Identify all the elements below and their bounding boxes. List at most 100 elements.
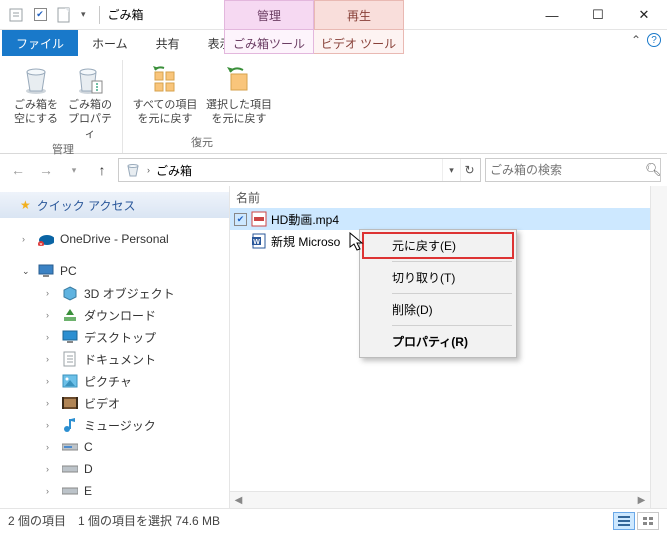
nav-forward-button[interactable]: → xyxy=(34,158,58,182)
chevron-right-icon[interactable]: › xyxy=(145,165,152,175)
videos-icon xyxy=(62,395,78,411)
nav-drive-d[interactable]: ›D xyxy=(0,458,229,480)
star-icon: ★ xyxy=(20,198,31,212)
qat-checkbox-icon[interactable] xyxy=(30,5,50,25)
quick-access-toolbar: ▾ xyxy=(0,5,95,25)
nav-videos[interactable]: ›ビデオ xyxy=(0,392,229,414)
nav-up-button[interactable]: ↑ xyxy=(90,158,114,182)
breadcrumb-root[interactable]: ごみ箱 xyxy=(152,162,196,179)
search-input[interactable] xyxy=(490,163,645,177)
svg-text:✕: ✕ xyxy=(39,242,43,246)
ribbon-group-restore: 復元 xyxy=(129,134,275,153)
help-icon[interactable]: ? xyxy=(647,33,661,47)
scroll-left-icon[interactable]: ◀ xyxy=(230,495,247,506)
status-selection: 1 個の項目を選択 74.6 MB xyxy=(78,512,220,529)
tab-file[interactable]: ファイル xyxy=(2,30,78,56)
nav-desktop[interactable]: ›デスクトップ xyxy=(0,326,229,348)
minimize-button[interactable]: — xyxy=(529,0,575,30)
tab-video-tools[interactable]: ビデオ ツール xyxy=(314,30,404,54)
checkbox-icon[interactable] xyxy=(234,213,247,226)
nav-drive-f[interactable]: F xyxy=(0,502,229,508)
search-icon[interactable]: 🔍︎ xyxy=(645,162,662,178)
titlebar: ▾ ごみ箱 管理 再生 — ☐ ✕ xyxy=(0,0,667,30)
nav-music[interactable]: ›ミュージック xyxy=(0,414,229,436)
nav-drive-c[interactable]: ›C xyxy=(0,436,229,458)
separator xyxy=(392,261,512,262)
ctx-delete[interactable]: 削除(D) xyxy=(362,296,514,323)
view-large-button[interactable] xyxy=(637,512,659,530)
ribbon-tabs: ファイル ホーム 共有 表示 ごみ箱ツール ビデオ ツール ⌃ ? xyxy=(0,30,667,56)
onedrive-icon: ✕ xyxy=(38,231,54,247)
address-bar[interactable]: › ごみ箱 ▾ ↻ xyxy=(118,158,481,182)
qat-properties-icon[interactable] xyxy=(6,5,26,25)
quick-access-header[interactable]: ★ クイック アクセス xyxy=(0,192,229,218)
drive-icon xyxy=(62,505,78,508)
nav-recent-dropdown[interactable]: ▾ xyxy=(62,158,86,182)
recycle-props-button[interactable]: ごみ箱の プロパティ xyxy=(64,64,116,141)
nav-pc[interactable]: ⌄ PC xyxy=(0,260,229,282)
qat-doc-icon[interactable] xyxy=(54,5,74,25)
nav-drive-e[interactable]: ›E xyxy=(0,480,229,502)
nav-back-button[interactable]: ← xyxy=(6,158,30,182)
status-item-count: 2 個の項目 xyxy=(8,512,66,529)
music-icon xyxy=(62,417,78,433)
expand-icon[interactable]: › xyxy=(22,234,32,244)
address-bar-row: ← → ▾ ↑ › ごみ箱 ▾ ↻ 🔍︎ xyxy=(0,154,667,186)
collapse-icon[interactable]: ⌄ xyxy=(22,266,32,277)
view-details-button[interactable] xyxy=(613,512,635,530)
documents-icon xyxy=(62,351,78,367)
ctx-cut[interactable]: 切り取り(T) xyxy=(362,264,514,291)
nav-pane[interactable]: ★ クイック アクセス › ✕ OneDrive - Personal ⌄ PC… xyxy=(0,186,230,508)
recycle-bin-props-icon xyxy=(74,64,106,96)
column-header-name[interactable]: 名前 xyxy=(230,186,650,208)
context-tab-manage[interactable]: 管理 xyxy=(224,0,314,30)
horizontal-scrollbar[interactable]: ◀ ▶ xyxy=(230,491,650,508)
context-tab-play[interactable]: 再生 xyxy=(314,0,404,30)
word-file-icon: W xyxy=(251,233,267,249)
drive-icon xyxy=(62,461,78,477)
file-row[interactable]: HD動画.mp4 xyxy=(230,208,650,230)
refresh-button[interactable]: ↻ xyxy=(460,159,478,181)
window-title: ごみ箱 xyxy=(108,6,144,23)
status-bar: 2 個の項目 1 個の項目を選択 74.6 MB xyxy=(0,508,667,532)
search-box[interactable]: 🔍︎ xyxy=(485,158,661,182)
restore-selection-icon xyxy=(223,64,255,96)
downloads-icon xyxy=(62,307,78,323)
nav-onedrive[interactable]: › ✕ OneDrive - Personal xyxy=(0,228,229,250)
pictures-icon xyxy=(62,373,78,389)
ribbon: ごみ箱を 空にする ごみ箱の プロパティ 管理 すべての項目 を元に戻す xyxy=(0,56,667,154)
scroll-right-icon[interactable]: ▶ xyxy=(633,495,650,506)
separator xyxy=(99,6,100,24)
ctx-restore[interactable]: 元に戻す(E) xyxy=(362,232,514,259)
collapse-ribbon-icon[interactable]: ⌃ xyxy=(631,33,641,47)
nav-documents[interactable]: ›ドキュメント xyxy=(0,348,229,370)
empty-recycle-button[interactable]: ごみ箱を 空にする xyxy=(10,64,62,127)
main: ★ クイック アクセス › ✕ OneDrive - Personal ⌄ PC… xyxy=(0,186,667,508)
context-menu: 元に戻す(E) 切り取り(T) 削除(D) プロパティ(R) xyxy=(359,229,517,358)
restore-all-icon xyxy=(149,64,181,96)
pc-icon xyxy=(38,263,54,279)
close-button[interactable]: ✕ xyxy=(621,0,667,30)
drive-icon xyxy=(62,439,78,455)
recycle-bin-empty-icon xyxy=(20,64,52,96)
tab-share[interactable]: 共有 xyxy=(142,30,194,56)
file-name: HD動画.mp4 xyxy=(271,211,339,228)
nav-pictures[interactable]: ›ピクチャ xyxy=(0,370,229,392)
desktop-icon xyxy=(62,329,78,345)
tab-home[interactable]: ホーム xyxy=(78,30,142,56)
restore-selection-button[interactable]: 選択した項目 を元に戻す xyxy=(203,64,275,127)
address-dropdown-icon[interactable]: ▾ xyxy=(442,159,460,181)
video-file-icon xyxy=(251,211,267,227)
objects3d-icon xyxy=(62,285,78,301)
qat-dropdown-icon[interactable]: ▾ xyxy=(78,9,89,20)
vertical-scrollbar[interactable] xyxy=(650,186,667,508)
nav-downloads[interactable]: ›ダウンロード xyxy=(0,304,229,326)
tab-recycle-tools[interactable]: ごみ箱ツール xyxy=(224,30,314,54)
svg-text:W: W xyxy=(253,239,260,246)
nav-3d-objects[interactable]: ›3D オブジェクト xyxy=(0,282,229,304)
ctx-properties[interactable]: プロパティ(R) xyxy=(362,328,514,355)
file-name: 新規 Microso xyxy=(271,233,340,250)
maximize-button[interactable]: ☐ xyxy=(575,0,621,30)
recycle-bin-icon xyxy=(125,162,141,178)
restore-all-button[interactable]: すべての項目 を元に戻す xyxy=(129,64,201,127)
